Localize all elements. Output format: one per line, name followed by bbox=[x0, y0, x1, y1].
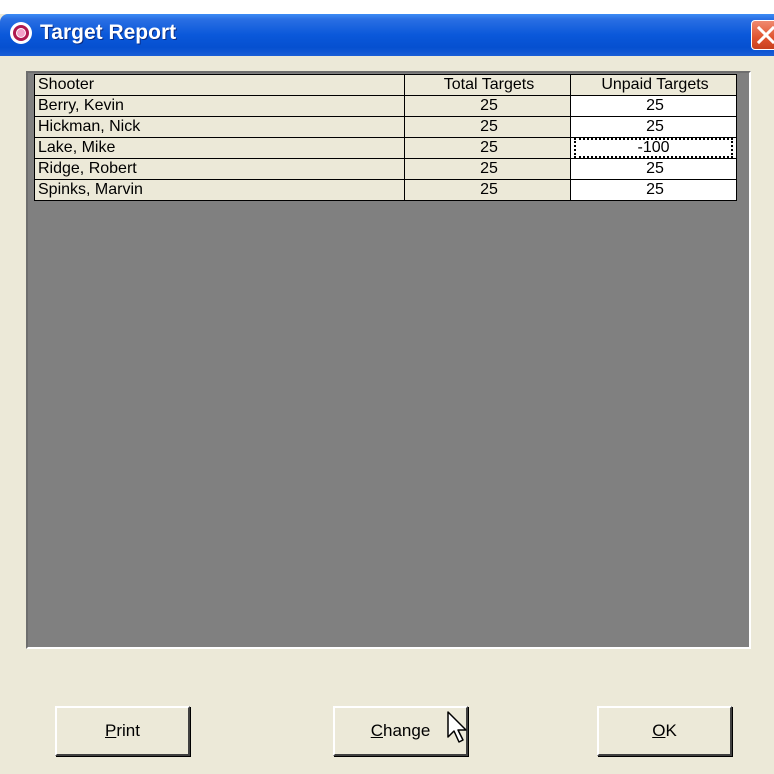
title-bar[interactable]: Target Report bbox=[0, 14, 774, 56]
change-button-label: hange bbox=[383, 721, 431, 740]
close-icon bbox=[756, 25, 774, 45]
target-table: Shooter Total Targets Unpaid Targets Ber… bbox=[34, 74, 737, 201]
total-targets-cell[interactable]: 25 bbox=[404, 116, 571, 138]
close-button[interactable] bbox=[751, 20, 774, 50]
report-grid[interactable]: Shooter Total Targets Unpaid Targets Ber… bbox=[26, 71, 751, 649]
print-button-label: rint bbox=[116, 721, 140, 740]
column-header-total-targets[interactable]: Total Targets bbox=[404, 74, 571, 96]
ok-button-accelerator: O bbox=[652, 721, 666, 740]
unpaid-targets-cell[interactable]: 25 bbox=[570, 179, 737, 201]
table-row[interactable]: Berry, Kevin 25 25 bbox=[34, 95, 737, 117]
change-button-accelerator: C bbox=[370, 721, 383, 740]
table-row[interactable]: Hickman, Nick 25 25 bbox=[34, 116, 737, 138]
shooter-cell[interactable]: Spinks, Marvin bbox=[34, 179, 405, 201]
table-row[interactable]: Ridge, Robert 25 25 bbox=[34, 158, 737, 180]
total-targets-cell[interactable]: 25 bbox=[404, 95, 571, 117]
column-header-unpaid-targets[interactable]: Unpaid Targets bbox=[570, 74, 737, 96]
target-report-window: Target Report Shooter Total Targets Unpa… bbox=[0, 14, 774, 774]
unpaid-targets-cell[interactable]: 25 bbox=[570, 116, 737, 138]
table-header-row: Shooter Total Targets Unpaid Targets bbox=[34, 74, 737, 96]
app-target-icon[interactable] bbox=[10, 22, 32, 44]
unpaid-targets-cell[interactable]: 25 bbox=[570, 158, 737, 180]
unpaid-targets-value: -100 bbox=[574, 138, 733, 158]
shooter-cell[interactable]: Ridge, Robert bbox=[34, 158, 405, 180]
unpaid-targets-cell[interactable]: 25 bbox=[570, 95, 737, 117]
ok-button-label: K bbox=[665, 721, 677, 740]
shooter-cell[interactable]: Lake, Mike bbox=[34, 137, 405, 159]
total-targets-cell[interactable]: 25 bbox=[404, 137, 571, 159]
shooter-cell[interactable]: Hickman, Nick bbox=[34, 116, 405, 138]
table-row[interactable]: Lake, Mike 25 -100 bbox=[34, 137, 737, 159]
table-row[interactable]: Spinks, Marvin 25 25 bbox=[34, 179, 737, 201]
total-targets-cell[interactable]: 25 bbox=[404, 158, 571, 180]
total-targets-cell[interactable]: 25 bbox=[404, 179, 571, 201]
unpaid-targets-cell-focused[interactable]: -100 bbox=[570, 137, 737, 159]
mouse-pointer-icon bbox=[447, 711, 467, 743]
ok-button[interactable]: OK bbox=[597, 706, 732, 756]
window-title: Target Report bbox=[40, 21, 177, 44]
print-button[interactable]: Print bbox=[55, 706, 190, 756]
shooter-cell[interactable]: Berry, Kevin bbox=[34, 95, 405, 117]
column-header-shooter[interactable]: Shooter bbox=[34, 74, 405, 96]
print-button-accelerator: P bbox=[105, 721, 117, 740]
